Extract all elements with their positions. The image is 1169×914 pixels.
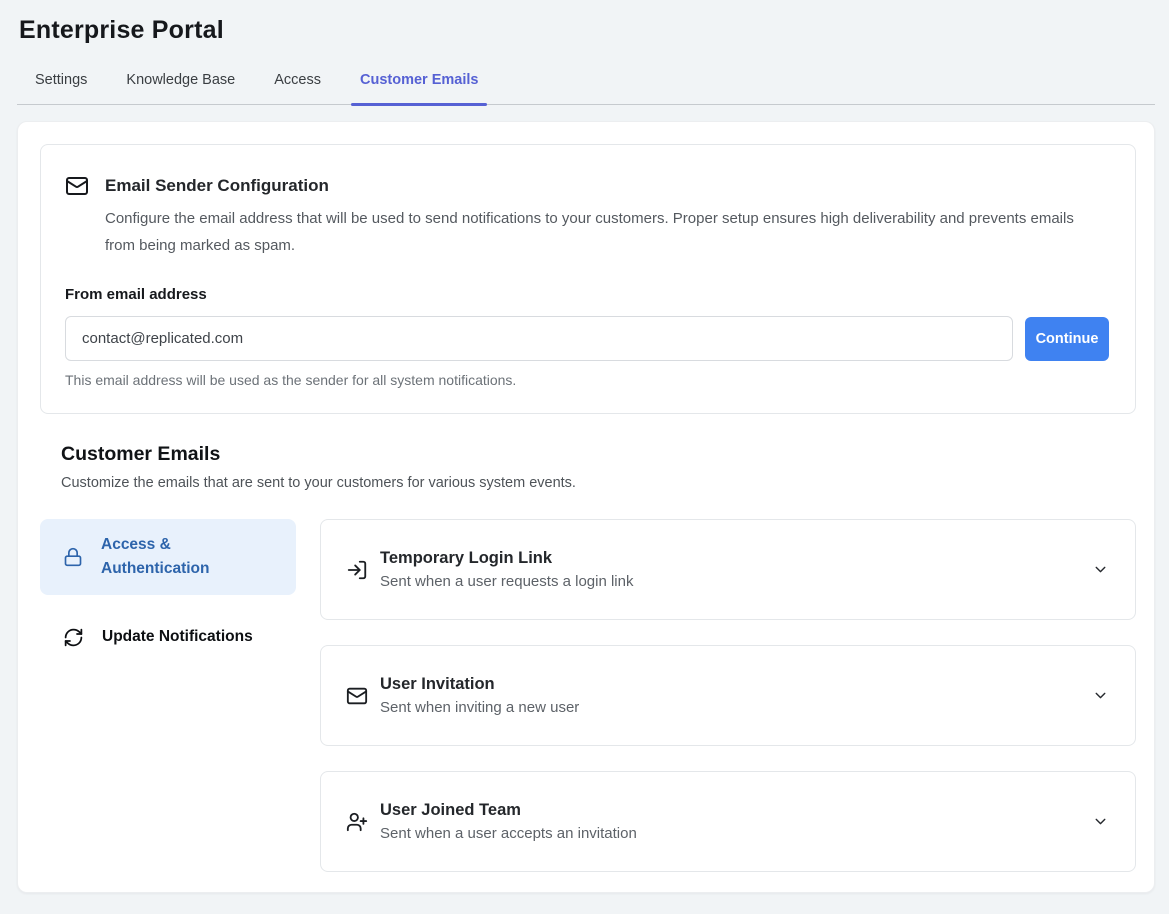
from-email-row: Continue xyxy=(65,316,1111,361)
email-card-temporary-login-link[interactable]: Temporary Login Link Sent when a user re… xyxy=(320,519,1136,620)
email-card-title: User Joined Team xyxy=(380,801,637,820)
email-card-text: Temporary Login Link Sent when a user re… xyxy=(380,549,633,590)
page-title: Enterprise Portal xyxy=(19,16,1169,45)
from-email-input[interactable] xyxy=(65,316,1013,361)
customer-emails-section-header: Customer Emails Customize the emails tha… xyxy=(61,443,1136,491)
config-card-header: Email Sender Configuration xyxy=(65,174,1111,198)
chevron-down-icon[interactable] xyxy=(1092,813,1109,830)
email-card-subtitle: Sent when a user requests a login link xyxy=(380,573,633,590)
customer-emails-title: Customer Emails xyxy=(61,443,1136,466)
customer-emails-content: Access & Authentication Update Notificat… xyxy=(40,519,1136,872)
from-email-helper-text: This email address will be used as the s… xyxy=(65,372,1111,388)
mail-icon xyxy=(346,685,368,707)
email-list: Temporary Login Link Sent when a user re… xyxy=(320,519,1136,872)
user-plus-icon xyxy=(346,811,368,833)
email-card-text: User Joined Team Sent when a user accept… xyxy=(380,801,637,842)
category-access-authentication[interactable]: Access & Authentication xyxy=(40,519,296,595)
tab-settings[interactable]: Settings xyxy=(26,66,96,104)
tab-knowledge-base[interactable]: Knowledge Base xyxy=(117,66,244,104)
email-card-text: User Invitation Sent when inviting a new… xyxy=(380,675,579,716)
refresh-icon xyxy=(63,627,84,648)
email-card-subtitle: Sent when a user accepts an invitation xyxy=(380,825,637,842)
chevron-down-icon[interactable] xyxy=(1092,561,1109,578)
email-card-user-invitation[interactable]: User Invitation Sent when inviting a new… xyxy=(320,645,1136,746)
config-card-description: Configure the email address that will be… xyxy=(105,205,1080,259)
mail-icon xyxy=(65,174,89,198)
customer-emails-description: Customize the emails that are sent to yo… xyxy=(61,475,1136,491)
chevron-down-icon[interactable] xyxy=(1092,687,1109,704)
login-icon xyxy=(346,559,368,581)
category-label: Update Notifications xyxy=(102,625,253,649)
continue-button[interactable]: Continue xyxy=(1025,317,1109,361)
category-label: Access & Authentication xyxy=(101,533,236,581)
email-card-title: Temporary Login Link xyxy=(380,549,633,568)
email-card-title: User Invitation xyxy=(380,675,579,694)
customer-emails-panel: Email Sender Configuration Configure the… xyxy=(17,121,1155,893)
email-category-list: Access & Authentication Update Notificat… xyxy=(40,519,296,872)
tab-access[interactable]: Access xyxy=(265,66,330,104)
tab-customer-emails[interactable]: Customer Emails xyxy=(351,66,487,104)
category-update-notifications[interactable]: Update Notifications xyxy=(40,613,296,661)
config-card-title: Email Sender Configuration xyxy=(105,176,329,196)
tab-bar: Settings Knowledge Base Access Customer … xyxy=(17,66,1155,105)
from-email-label: From email address xyxy=(65,286,1111,303)
email-card-subtitle: Sent when inviting a new user xyxy=(380,699,579,716)
lock-icon xyxy=(63,547,83,567)
email-sender-config-card: Email Sender Configuration Configure the… xyxy=(40,144,1136,414)
email-card-user-joined-team[interactable]: User Joined Team Sent when a user accept… xyxy=(320,771,1136,872)
